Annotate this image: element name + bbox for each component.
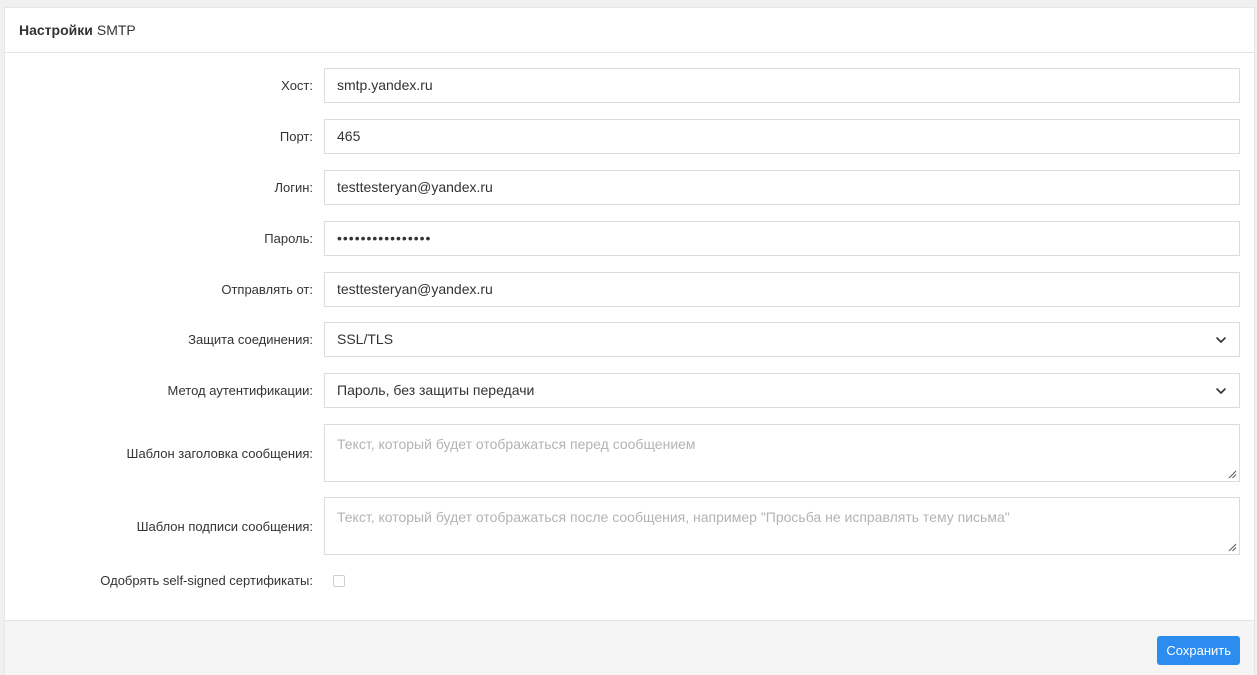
self-signed-checkbox[interactable] (333, 575, 345, 587)
host-input[interactable]: smtp.yandex.ru (324, 68, 1240, 103)
signature-template-row: Шаблон подписи сообщения: Текст, который… (5, 497, 1254, 555)
password-row: Пароль: •••••••••••••••• (5, 221, 1254, 256)
panel-header: Настройки SMTP (5, 8, 1254, 53)
auth-method-value: Пароль, без защиты передачи (337, 382, 535, 398)
login-label: Логин: (274, 180, 313, 195)
connection-security-label: Защита соединения: (188, 332, 313, 347)
port-row: Порт: 465 (5, 119, 1254, 154)
connection-security-select[interactable]: SSL/TLS (324, 322, 1240, 357)
password-label: Пароль: (264, 231, 313, 246)
host-label: Хост: (281, 78, 313, 93)
signature-template-placeholder: Текст, который будет отображаться после … (337, 509, 1010, 525)
password-input[interactable]: •••••••••••••••• (324, 221, 1240, 256)
chevron-down-icon (1216, 388, 1226, 394)
auth-method-label: Метод аутентификации: (167, 383, 313, 398)
send-from-label: Отправлять от: (221, 282, 313, 297)
login-input[interactable]: testtesteryan@yandex.ru (324, 170, 1240, 205)
resize-handle-icon[interactable] (1227, 542, 1237, 552)
port-label: Порт: (279, 129, 313, 144)
send-from-input[interactable]: testtesteryan@yandex.ru (324, 272, 1240, 307)
chevron-down-icon (1216, 337, 1226, 343)
header-template-textarea[interactable]: Текст, который будет отображаться перед … (324, 424, 1240, 482)
resize-handle-icon[interactable] (1227, 469, 1237, 479)
host-row: Хост: smtp.yandex.ru (5, 68, 1254, 103)
header-template-row: Шаблон заголовка сообщения: Текст, котор… (5, 424, 1254, 482)
smtp-settings-panel: Настройки SMTP Хост: smtp.yandex.ru Порт… (4, 7, 1255, 675)
page-title-suffix: SMTP (96, 22, 136, 38)
auth-method-select[interactable]: Пароль, без защиты передачи (324, 373, 1240, 408)
self-signed-row: Одобрять self-signed сертификаты: (5, 573, 1254, 589)
signature-template-textarea[interactable]: Текст, который будет отображаться после … (324, 497, 1240, 555)
self-signed-label: Одобрять self-signed сертификаты: (100, 573, 313, 588)
connection-security-value: SSL/TLS (337, 331, 394, 347)
login-row: Логин: testtesteryan@yandex.ru (5, 170, 1254, 205)
page-title: Настройки (19, 22, 93, 38)
connection-security-row: Защита соединения: SSL/TLS (5, 322, 1254, 357)
save-button[interactable]: Сохранить (1157, 636, 1240, 665)
signature-template-label: Шаблон подписи сообщения: (136, 519, 313, 534)
header-template-label: Шаблон заголовка сообщения: (126, 446, 313, 461)
panel-footer: Сохранить (5, 620, 1254, 675)
port-input[interactable]: 465 (324, 119, 1240, 154)
auth-method-row: Метод аутентификации: Пароль, без защиты… (5, 373, 1254, 408)
header-template-placeholder: Текст, который будет отображаться перед … (337, 436, 696, 452)
send-from-row: Отправлять от: testtesteryan@yandex.ru (5, 272, 1254, 307)
